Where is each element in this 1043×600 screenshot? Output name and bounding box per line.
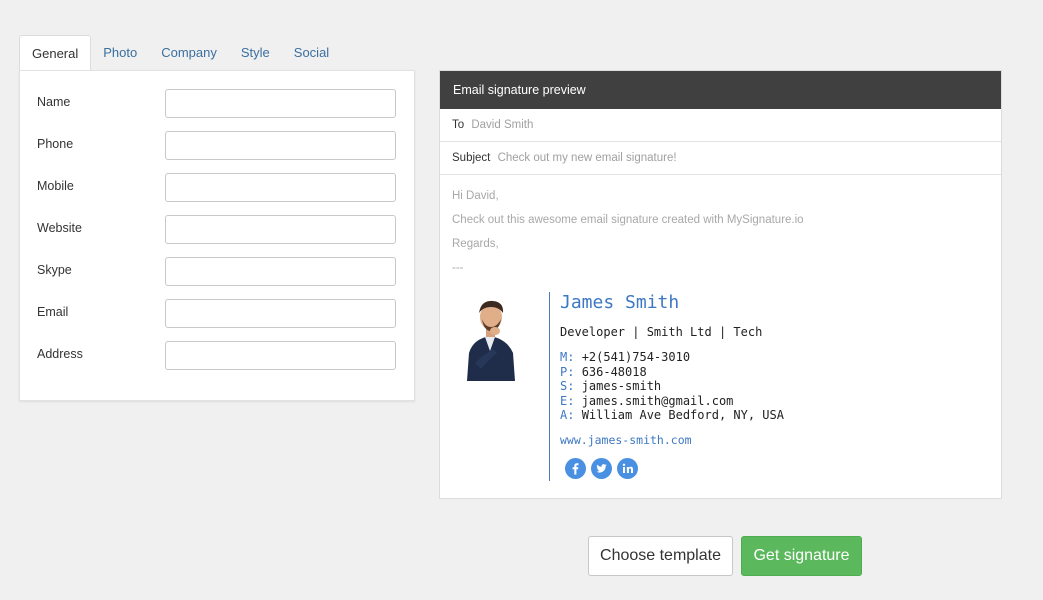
signature-name: James Smith (560, 292, 680, 313)
contact-key: E: (560, 393, 575, 408)
to-value: David Smith (471, 119, 534, 131)
mail-body-line: Hi David, (452, 190, 499, 202)
email-label: Email (37, 305, 69, 319)
signature-divider (549, 292, 550, 481)
website-field[interactable] (165, 215, 396, 244)
contact-value: 636-48018 (581, 364, 647, 379)
tab-photo[interactable]: Photo (91, 35, 149, 71)
website-label: Website (37, 221, 82, 235)
contact-value: james.smith@gmail.com (581, 393, 734, 408)
address-field[interactable] (165, 341, 396, 370)
contact-key: S: (560, 379, 575, 394)
to-label: To (452, 119, 465, 131)
form-row-website: Website (20, 215, 414, 245)
form-row-phone: Phone (20, 131, 414, 161)
mail-body-line: --- (452, 262, 464, 274)
tab-style[interactable]: Style (229, 35, 282, 71)
form-row-address: Address (20, 341, 414, 371)
contact-key: A: (560, 408, 575, 423)
skype-field[interactable] (165, 257, 396, 286)
signature-photo (453, 291, 528, 381)
contact-address: A: William Ave Bedford, NY, USA (560, 408, 784, 423)
choose-template-button[interactable]: Choose template (588, 536, 733, 576)
form-row-mobile: Mobile (20, 173, 414, 203)
form-row-email: Email (20, 299, 414, 329)
email-field[interactable] (165, 299, 396, 328)
phone-field[interactable] (165, 131, 396, 160)
mail-body-line: Check out this awesome email signature c… (452, 214, 804, 226)
tab-bar: General Photo Company Style Social (19, 35, 341, 72)
contact-key: P: (560, 364, 575, 379)
contact-phone: P: 636-48018 (560, 365, 784, 380)
contact-email: E: james.smith@gmail.com (560, 394, 784, 409)
contact-skype: S: james-smith (560, 379, 784, 394)
form-row-name: Name (20, 89, 414, 119)
tab-social[interactable]: Social (282, 35, 341, 71)
mail-body: Hi David, Check out this awesome email s… (452, 187, 804, 283)
name-field[interactable] (165, 89, 396, 118)
contact-value: james-smith (581, 379, 662, 394)
tab-company[interactable]: Company (149, 35, 229, 71)
contact-key: M: (560, 350, 575, 364)
contact-mobile: M: +2(541)754-3010 (560, 350, 784, 365)
form-row-skype: Skype (20, 257, 414, 287)
linkedin-icon[interactable] (617, 458, 638, 479)
mobile-label: Mobile (37, 179, 74, 193)
phone-label: Phone (37, 137, 74, 151)
twitter-icon[interactable] (591, 458, 612, 479)
skype-label: Skype (37, 263, 72, 277)
preview-header: Email signature preview (440, 71, 1001, 109)
contact-value: +2(541)754-3010 (581, 350, 691, 364)
name-label: Name (37, 95, 71, 109)
address-label: Address (37, 347, 83, 361)
subject-value: Check out my new email signature! (497, 152, 677, 164)
general-form-panel: Name Phone Mobile Website Skype Email Ad… (19, 70, 415, 401)
tab-general[interactable]: General (19, 35, 92, 72)
mail-body-line: Regards, (452, 238, 499, 250)
mail-to-row: To David Smith (440, 109, 1001, 142)
subject-label: Subject (452, 152, 491, 164)
facebook-icon[interactable] (565, 458, 586, 479)
signature-website-link[interactable]: www.james-smith.com (560, 433, 692, 447)
signature-contacts: M: +2(541)754-3010 P: 636-48018 S: james… (560, 350, 784, 423)
signature-preview-panel: Email signature preview To David Smith S… (439, 70, 1002, 499)
mobile-field[interactable] (165, 173, 396, 202)
mail-subject-row: Subject Check out my new email signature… (440, 142, 1001, 175)
get-signature-button[interactable]: Get signature (741, 536, 862, 576)
contact-value: William Ave Bedford, NY, USA (581, 408, 784, 423)
signature-title: Developer | Smith Ltd | Tech (560, 325, 763, 339)
